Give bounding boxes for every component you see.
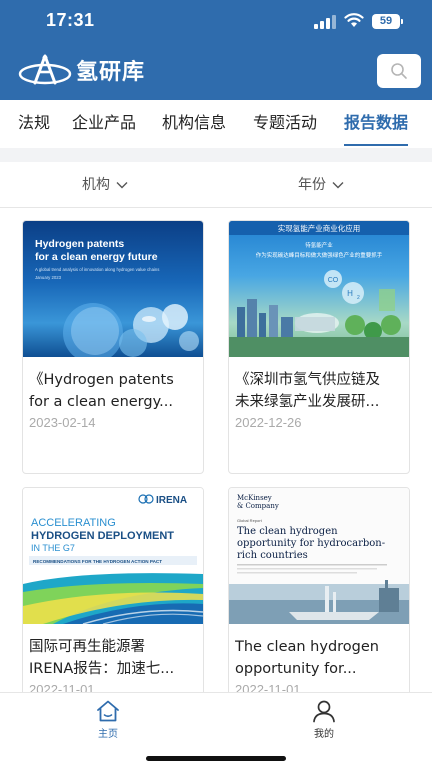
report-title: 《Hydrogen patents for a clean energy... (29, 369, 199, 413)
cover-heading-line3: rich countries (237, 550, 308, 561)
cover-bubble1: CO (328, 277, 339, 284)
cover-brand-line1: McKinsey (237, 494, 272, 502)
cover-subtitle: A global trend analysis of innovation al… (35, 267, 159, 272)
report-cover-image: 实现氢能产业商业化应用 待氢能产业 作为实现碳达峰目标和做大做强绿色产业的重要抓… (229, 221, 409, 357)
report-title: 国际可再生能源署 IRENA报告：加速七... (29, 636, 199, 680)
report-list: Hydrogen patents for a clean energy futu… (0, 208, 432, 692)
search-button[interactable] (377, 54, 421, 88)
app-name: 氢研库 (76, 60, 146, 85)
wifi-icon (344, 13, 364, 27)
report-title: The clean hydrogen opportunity for... (235, 636, 405, 680)
report-cover-image: IRENA ACCELERATING HYDROGEN DEPLOYMENT I… (23, 488, 203, 624)
cover-line3: IN THE G7 (31, 543, 75, 553)
tab-report-data[interactable]: 报告数据 (344, 100, 409, 148)
report-date: 2022-12-26 (235, 415, 302, 430)
report-cover-image: Hydrogen patents for a clean energy futu… (23, 221, 203, 357)
report-card[interactable]: Hydrogen patents for a clean energy futu… (22, 220, 204, 474)
status-time: 17:31 (46, 10, 95, 30)
cover-brand-line2: & Company (237, 502, 279, 510)
report-card[interactable]: IRENA ACCELERATING HYDROGEN DEPLOYMENT I… (22, 487, 204, 692)
cover-heading-line2: for a clean energy future (35, 251, 158, 263)
nav-home[interactable]: 主页 (78, 699, 138, 740)
report-date: 2022-11-01 (29, 682, 95, 692)
category-tabs: 法规 企业产品 机构信息 专题活动 报告数据 (0, 100, 432, 148)
report-cover-image: McKinsey & Company Global Report The cle… (229, 488, 409, 624)
tab-company-products[interactable]: 企业产品 (72, 100, 136, 148)
report-title-line2: opportunity for... (235, 661, 357, 677)
report-title-line1: The clean hydrogen (235, 639, 379, 655)
logo-icon (18, 54, 72, 85)
tab-institution-info[interactable]: 机构信息 (162, 100, 226, 148)
app-header: 17:31 59 氢研库 (0, 0, 432, 100)
cover-ribbon: RECOMMENDATIONS FOR THE HYDROGEN ACTION … (33, 559, 162, 564)
chevron-down-icon (116, 182, 128, 189)
report-card[interactable]: 实现氢能产业商业化应用 待氢能产业 作为实现碳达峰目标和做大做强绿色产业的重要抓… (228, 220, 410, 474)
report-title-line2: 未来绿氢产业发展研... (235, 394, 380, 410)
report-title-line1: 国际可再生能源署 (29, 639, 145, 655)
nav-profile[interactable]: 我的 (294, 699, 354, 740)
cellular-signal-icon (314, 15, 336, 29)
year-filter[interactable]: 年份 (298, 162, 344, 208)
cover-brand: IRENA (156, 495, 187, 506)
cover-line1: 待氢能产业 (305, 241, 333, 249)
home-indicator (146, 756, 286, 761)
institution-filter[interactable]: 机构 (82, 162, 128, 208)
user-icon (313, 700, 335, 723)
report-date: 2022-11-01 (235, 682, 301, 692)
report-title-line2: for a clean energy... (29, 394, 173, 410)
report-title-line1: 《Hydrogen patents (29, 372, 174, 388)
search-icon (391, 63, 407, 79)
cover-banner: 实现氢能产业商业化应用 (278, 223, 361, 233)
section-divider (0, 148, 432, 162)
cover-heading-line1: Hydrogen patents (35, 238, 124, 250)
cover-heading-line2: opportunity for hydrocarbon- (237, 538, 385, 549)
cover-date: January 2023 (35, 275, 62, 280)
nav-profile-label: 我的 (314, 729, 334, 740)
filter-bar: 机构 年份 (0, 162, 432, 208)
chevron-down-icon (332, 182, 344, 189)
cover-heading-line1: The clean hydrogen (237, 526, 338, 537)
status-bar: 17:31 59 (0, 0, 432, 44)
home-icon (97, 700, 119, 722)
report-title: 《深圳市氢气供应链及 未来绿氢产业发展研... (235, 369, 405, 413)
cover-line1: ACCELERATING (31, 517, 116, 529)
report-title-line2: IRENA报告：加速七... (29, 661, 175, 677)
nav-home-label: 主页 (98, 729, 118, 740)
cover-kicker: Global Report (237, 518, 263, 523)
cover-line2: 作为实现碳达峰目标和做大做强绿色产业的重要抓手 (256, 251, 383, 259)
report-date: 2023-02-14 (29, 415, 96, 430)
institution-filter-label: 机构 (82, 177, 110, 193)
app-logo: 氢研库 (18, 52, 145, 88)
cover-bubble3: 2 (357, 295, 360, 301)
report-title-line1: 《深圳市氢气供应链及 (235, 372, 380, 388)
battery-indicator: 59 (372, 14, 403, 29)
cover-line2: HYDROGEN DEPLOYMENT (31, 530, 174, 542)
tab-regulations[interactable]: 法规 (18, 100, 50, 148)
report-card[interactable]: McKinsey & Company Global Report The cle… (228, 487, 410, 692)
cover-bubble2: H (347, 289, 353, 298)
tab-special-events[interactable]: 专题活动 (253, 100, 317, 148)
year-filter-label: 年份 (298, 177, 326, 193)
